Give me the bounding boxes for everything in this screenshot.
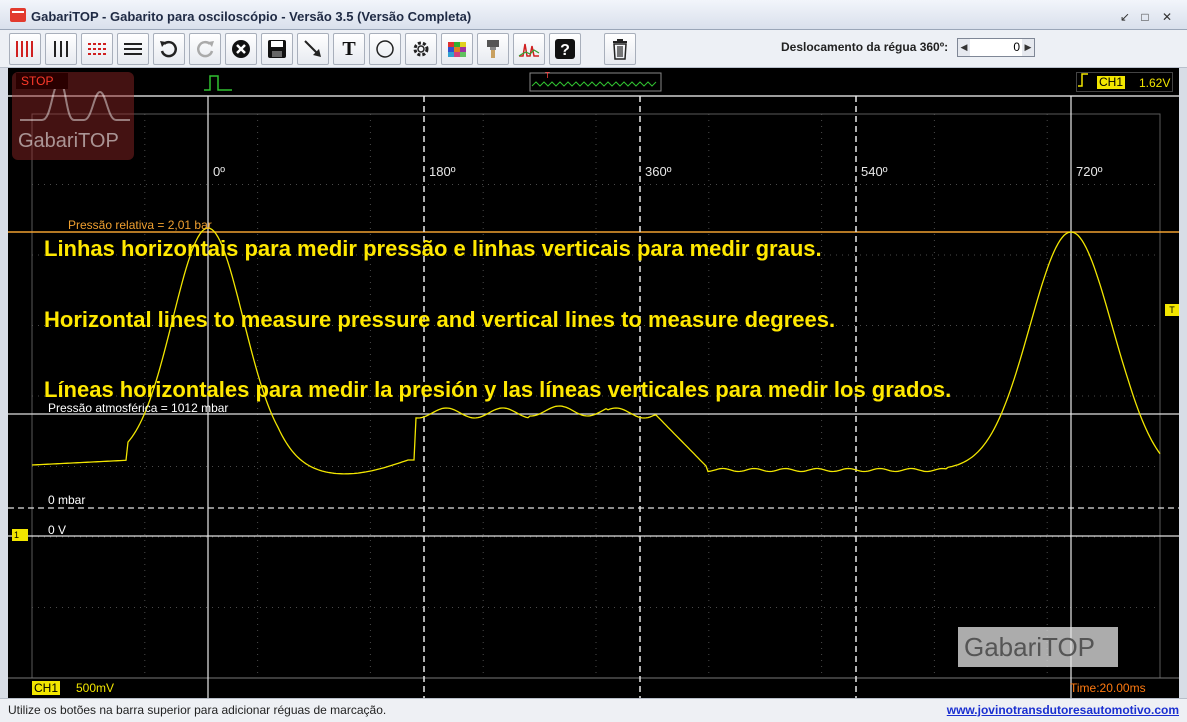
channel-bottom-label: CH1 [32, 681, 61, 695]
status-bar: Utilize os botões na barra superior para… [0, 698, 1187, 722]
horizontal-ruler-red-icon [88, 43, 106, 55]
zero-mbar-label: 0 mbar [48, 493, 86, 507]
palette-icon [448, 42, 466, 57]
clear-all-button[interactable] [604, 33, 636, 65]
svg-text:?: ? [560, 42, 570, 59]
add-vertical-ruler-button[interactable] [45, 33, 77, 65]
window-title: GabariTOP - Gabarito para osciloscópio -… [31, 9, 472, 24]
trigger-pulse-icon [204, 75, 232, 91]
circle-tool-button[interactable] [369, 33, 401, 65]
brush-button[interactable] [477, 33, 509, 65]
degree-label-540: 540º [861, 164, 888, 179]
channel-trigger-badge[interactable]: CH1 1.62V [1076, 72, 1173, 92]
timebase-label: Time:20.00ms [1070, 681, 1146, 695]
gabaritop-watermark: GabariTOP [958, 627, 1118, 667]
title-bar: GabariTOP - Gabarito para osciloscópio -… [0, 0, 1187, 30]
add-horizontal-ruler-button[interactable] [117, 33, 149, 65]
undo-icon [160, 40, 177, 58]
logo-text: GabariTOP [18, 130, 119, 152]
arrow-tool-button[interactable] [297, 33, 329, 65]
add-vertical-ruler-red-button[interactable] [9, 33, 41, 65]
atmospheric-pressure-label: Pressão atmosférica = 1012 mbar [48, 401, 229, 415]
degree-label-180: 180º [429, 164, 456, 179]
horizontal-ruler-black-icon [124, 43, 142, 55]
annotation-english: Horizontal lines to measure pressure and… [44, 307, 836, 332]
voltage-scale: 500mV [76, 681, 115, 695]
trash-icon [613, 39, 627, 60]
oscilloscope-display[interactable]: T GabariTOP STOP CH1 1.62V 0º 180º 360º … [8, 68, 1179, 698]
toolbar: T ? Deslocamento da régua 360º: ◀ 0 ▶ [0, 30, 1187, 68]
waveform-button[interactable] [513, 33, 545, 65]
spinner-decrease-icon[interactable]: ◀ [958, 39, 970, 56]
svg-text:T: T [545, 71, 550, 80]
trigger-level-marker[interactable]: T [1165, 304, 1179, 316]
maximize-icon[interactable]: □ [1138, 10, 1152, 24]
degree-label-0: 0º [213, 164, 225, 179]
vertical-ruler-red-icon [16, 41, 33, 57]
website-link[interactable]: www.jovinotransdutoresautomotivo.com [947, 703, 1179, 717]
minimize-icon[interactable]: ↙ [1118, 10, 1132, 24]
relative-pressure-label: Pressão relativa = 2,01 bar [68, 218, 212, 232]
settings-button[interactable] [405, 33, 437, 65]
color-palette-button[interactable] [441, 33, 473, 65]
save-button[interactable] [261, 33, 293, 65]
watermark-text: GabariTOP [964, 632, 1096, 662]
save-icon [268, 40, 286, 58]
delete-icon [232, 40, 250, 58]
undo-button[interactable] [153, 33, 185, 65]
ruler-offset-spinner[interactable]: ◀ 0 ▶ [957, 38, 1035, 57]
delete-button[interactable] [225, 33, 257, 65]
close-icon[interactable]: ✕ [1160, 10, 1174, 24]
rising-edge-icon [1078, 73, 1088, 87]
arrow-tool-icon [304, 40, 321, 57]
degree-label-360: 360º [645, 164, 672, 179]
help-icon: ? [555, 39, 575, 59]
degree-label-720: 720º [1076, 164, 1103, 179]
annotation-spanish: Líneas horizontales para medir la presió… [44, 377, 952, 402]
add-horizontal-ruler-red-button[interactable] [81, 33, 113, 65]
vertical-ruler-black-icon [54, 41, 68, 57]
status-hint: Utilize os botões na barra superior para… [8, 703, 387, 717]
zero-volt-label: 0 V [48, 523, 67, 537]
channel-top-label: CH1 [1097, 75, 1126, 89]
app-logo-icon [10, 8, 26, 22]
brush-icon [487, 40, 499, 58]
waveform-icon [518, 43, 540, 57]
redo-button[interactable] [189, 33, 221, 65]
stop-indicator[interactable]: STOP [16, 73, 68, 89]
settings-icon [413, 41, 429, 57]
circle-tool-icon [376, 40, 394, 58]
text-tool-button[interactable]: T [333, 33, 365, 65]
annotation-portuguese: Linhas horizontais para medir pressão e … [44, 236, 822, 261]
redo-icon [197, 40, 214, 58]
help-button[interactable]: ? [549, 33, 581, 65]
ruler-offset-label: Deslocamento da régua 360º: [781, 40, 949, 54]
trigger-level: 1.62V [1139, 76, 1171, 90]
spinner-increase-icon[interactable]: ▶ [1022, 39, 1034, 56]
channel-ground-marker[interactable]: 1 [12, 529, 28, 541]
ruler-offset-value[interactable]: 0 [972, 40, 1020, 54]
